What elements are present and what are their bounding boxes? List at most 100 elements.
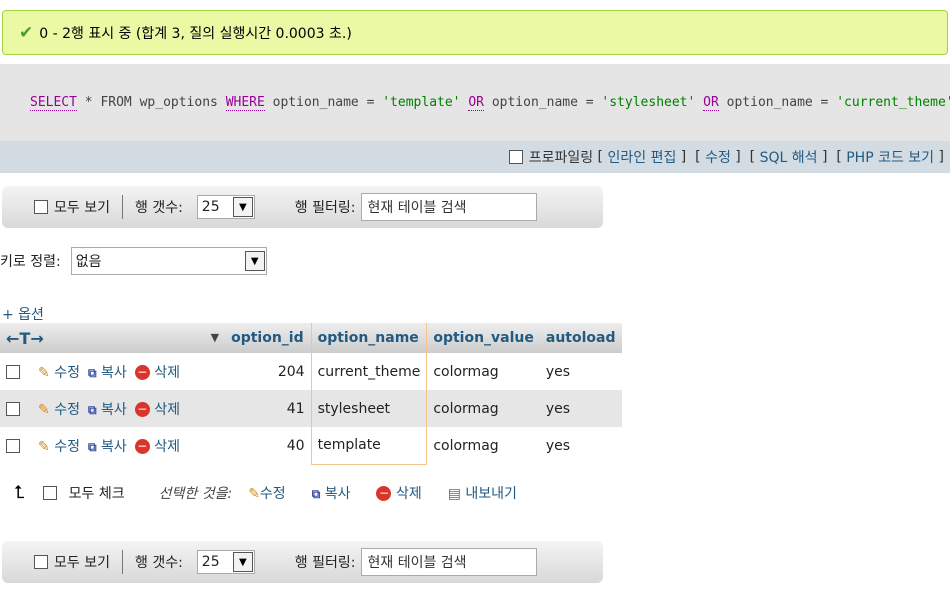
copy-icon: ⧉ [87,365,97,380]
cell-option-value: colormag [426,427,540,464]
sql-token: wp_options [131,95,226,110]
row-checkbox[interactable] [6,438,20,453]
sql-token: * [76,95,101,110]
sql-token: 'current_theme' [836,95,950,110]
navigation-bar-top: 모두 보기 행 갯수: 25 ▼ 행 필터링: 현재 테이블 검색 [2,186,603,228]
bulk-delete-button[interactable]: − 삭제 [376,483,422,503]
column-arrows-header[interactable]: ←T→ ▼ [0,323,226,353]
bulk-copy-label: 복사 [324,485,351,502]
bulk-edit-button[interactable]: ✎수정 [248,483,286,503]
bulk-delete-label: 삭제 [395,485,422,502]
cell-option-id: 204 [225,353,312,390]
bulk-export-label: 내보내기 [465,485,517,502]
sql-query-box: SELECT * FROM wp_options WHERE option_na… [0,64,950,141]
sort-select[interactable]: 없음 ▼ [70,247,267,275]
cell-option-value: colormag [426,390,540,427]
copy-icon: ⧉ [87,402,97,417]
arrow-up-icon: ⮤ [14,482,25,503]
sql-token: WHERE [225,94,265,111]
success-message: ✔ 0 - 2행 표시 중 (합계 3, 질의 실행시간 0.0003 초.) [2,10,948,55]
row-copy-label: 복사 [100,364,127,381]
row-copy-button[interactable]: ⧉ 복사 [88,402,127,418]
show-all-checkbox[interactable] [34,200,48,214]
row-actions: ✎ 수정 ⧉ 복사 − 삭제 [32,390,226,427]
show-all-label: 모두 보기 [54,200,110,216]
row-edit-label: 수정 [54,401,80,418]
chevron-down-icon: ▼ [244,251,265,271]
filter-input[interactable]: 현재 테이블 검색 [361,548,538,576]
row-checkbox-cell [0,390,32,427]
sql-token: 'template' [382,95,461,110]
column-header-option-name[interactable]: option_name [310,323,428,353]
cell-option-name: stylesheet [310,390,428,427]
sql-token: FROM [100,95,132,110]
divider [121,550,123,574]
row-edit-label: 수정 [54,438,80,455]
sql-token: OR [703,94,719,111]
column-header-option-id[interactable]: option_id [225,323,312,353]
chevron-down-icon: ▼ [232,197,253,217]
rows-select[interactable]: 25 ▼ [196,195,255,219]
row-checkbox[interactable] [6,364,20,379]
profiling-label: 프로파일링 [528,150,594,166]
sql-links-bar: 프로파일링 [ 인라인 편집 ] [ 수정 ] [ SQL 해석 ] [ PHP… [0,141,950,173]
rows-label: 행 갯수: [134,200,183,216]
check-all-checkbox[interactable] [42,485,57,500]
delete-icon: − [134,402,150,417]
bulk-export-button[interactable]: ▤ 내보내기 [448,483,517,503]
row-delete-label: 삭제 [154,364,180,381]
column-header-option-value[interactable]: option_value [426,323,540,353]
row-delete-button[interactable]: − 삭제 [134,439,180,455]
filter-input[interactable]: 현재 테이블 검색 [361,193,538,221]
bulk-copy-button[interactable]: ⧉ 복사 [312,483,351,503]
results-table: ←T→ ▼ option_id option_name option_value… [0,323,622,465]
row-delete-button[interactable]: − 삭제 [134,364,180,381]
sort-triangle-icon[interactable]: ▼ [211,331,219,344]
delete-icon: − [134,365,150,380]
row-actions: ✎ 수정 ⧉ 복사 − 삭제 [32,353,226,390]
row-copy-button[interactable]: ⧉ 복사 [88,365,127,381]
php-code-link[interactable]: PHP 코드 보기 [846,147,934,167]
column-header-autoload[interactable]: autoload [539,323,622,353]
profiling-checkbox[interactable] [508,150,523,164]
copy-icon: ⧉ [311,486,321,501]
row-delete-button[interactable]: − 삭제 [134,402,180,418]
chevron-down-icon: ▼ [232,552,253,572]
cell-option-id: 41 [225,390,312,427]
checkmark-icon: ✔ [19,22,34,43]
options-link[interactable]: + 옵션 [2,304,44,324]
pencil-icon: ✎ [38,364,50,381]
cell-option-name: current_theme [310,353,428,390]
row-copy-label: 복사 [100,401,127,418]
rows-select[interactable]: 25 ▼ [196,550,255,574]
filter-label: 행 필터링: [294,200,356,216]
check-all-label[interactable]: 모두 체크 [69,483,125,503]
row-copy-button[interactable]: ⧉ 복사 [88,439,127,455]
inline-edit-link[interactable]: 인라인 편집 [607,147,676,167]
pencil-icon: ✎ [38,401,50,418]
row-actions: ✎ 수정 ⧉ 복사 − 삭제 [32,427,226,464]
row-edit-label: 수정 [54,364,80,381]
row-edit-button[interactable]: ✎ 수정 [38,439,80,455]
sort-label: 키로 정렬: [0,254,61,270]
row-copy-label: 복사 [100,438,127,455]
row-checkbox-cell [0,427,32,464]
column-arrows-icon[interactable]: ←T→ [6,329,44,348]
show-all-checkbox[interactable] [34,555,48,569]
navigation-bar-bottom: 모두 보기 행 갯수: 25 ▼ 행 필터링: 현재 테이블 검색 [2,541,603,583]
explain-sql-link[interactable]: SQL 해석 [760,147,818,167]
row-edit-button[interactable]: ✎ 수정 [38,365,80,381]
delete-icon: − [134,439,150,454]
row-edit-button[interactable]: ✎ 수정 [38,402,80,418]
sort-value: 없음 [75,254,102,270]
cell-autoload: yes [539,390,622,427]
row-checkbox[interactable] [6,401,20,416]
table-header-row: ←T→ ▼ option_id option_name option_value… [0,323,622,353]
rows-value: 25 [201,199,220,215]
edit-query-link[interactable]: 수정 [705,147,731,167]
bulk-edit-label: 수정 [259,485,286,502]
table-row: ✎ 수정 ⧉ 복사 − 삭제 40 template colormag yes [0,427,622,465]
filter-label: 행 필터링: [294,555,356,571]
export-icon: ▤ [447,485,461,502]
